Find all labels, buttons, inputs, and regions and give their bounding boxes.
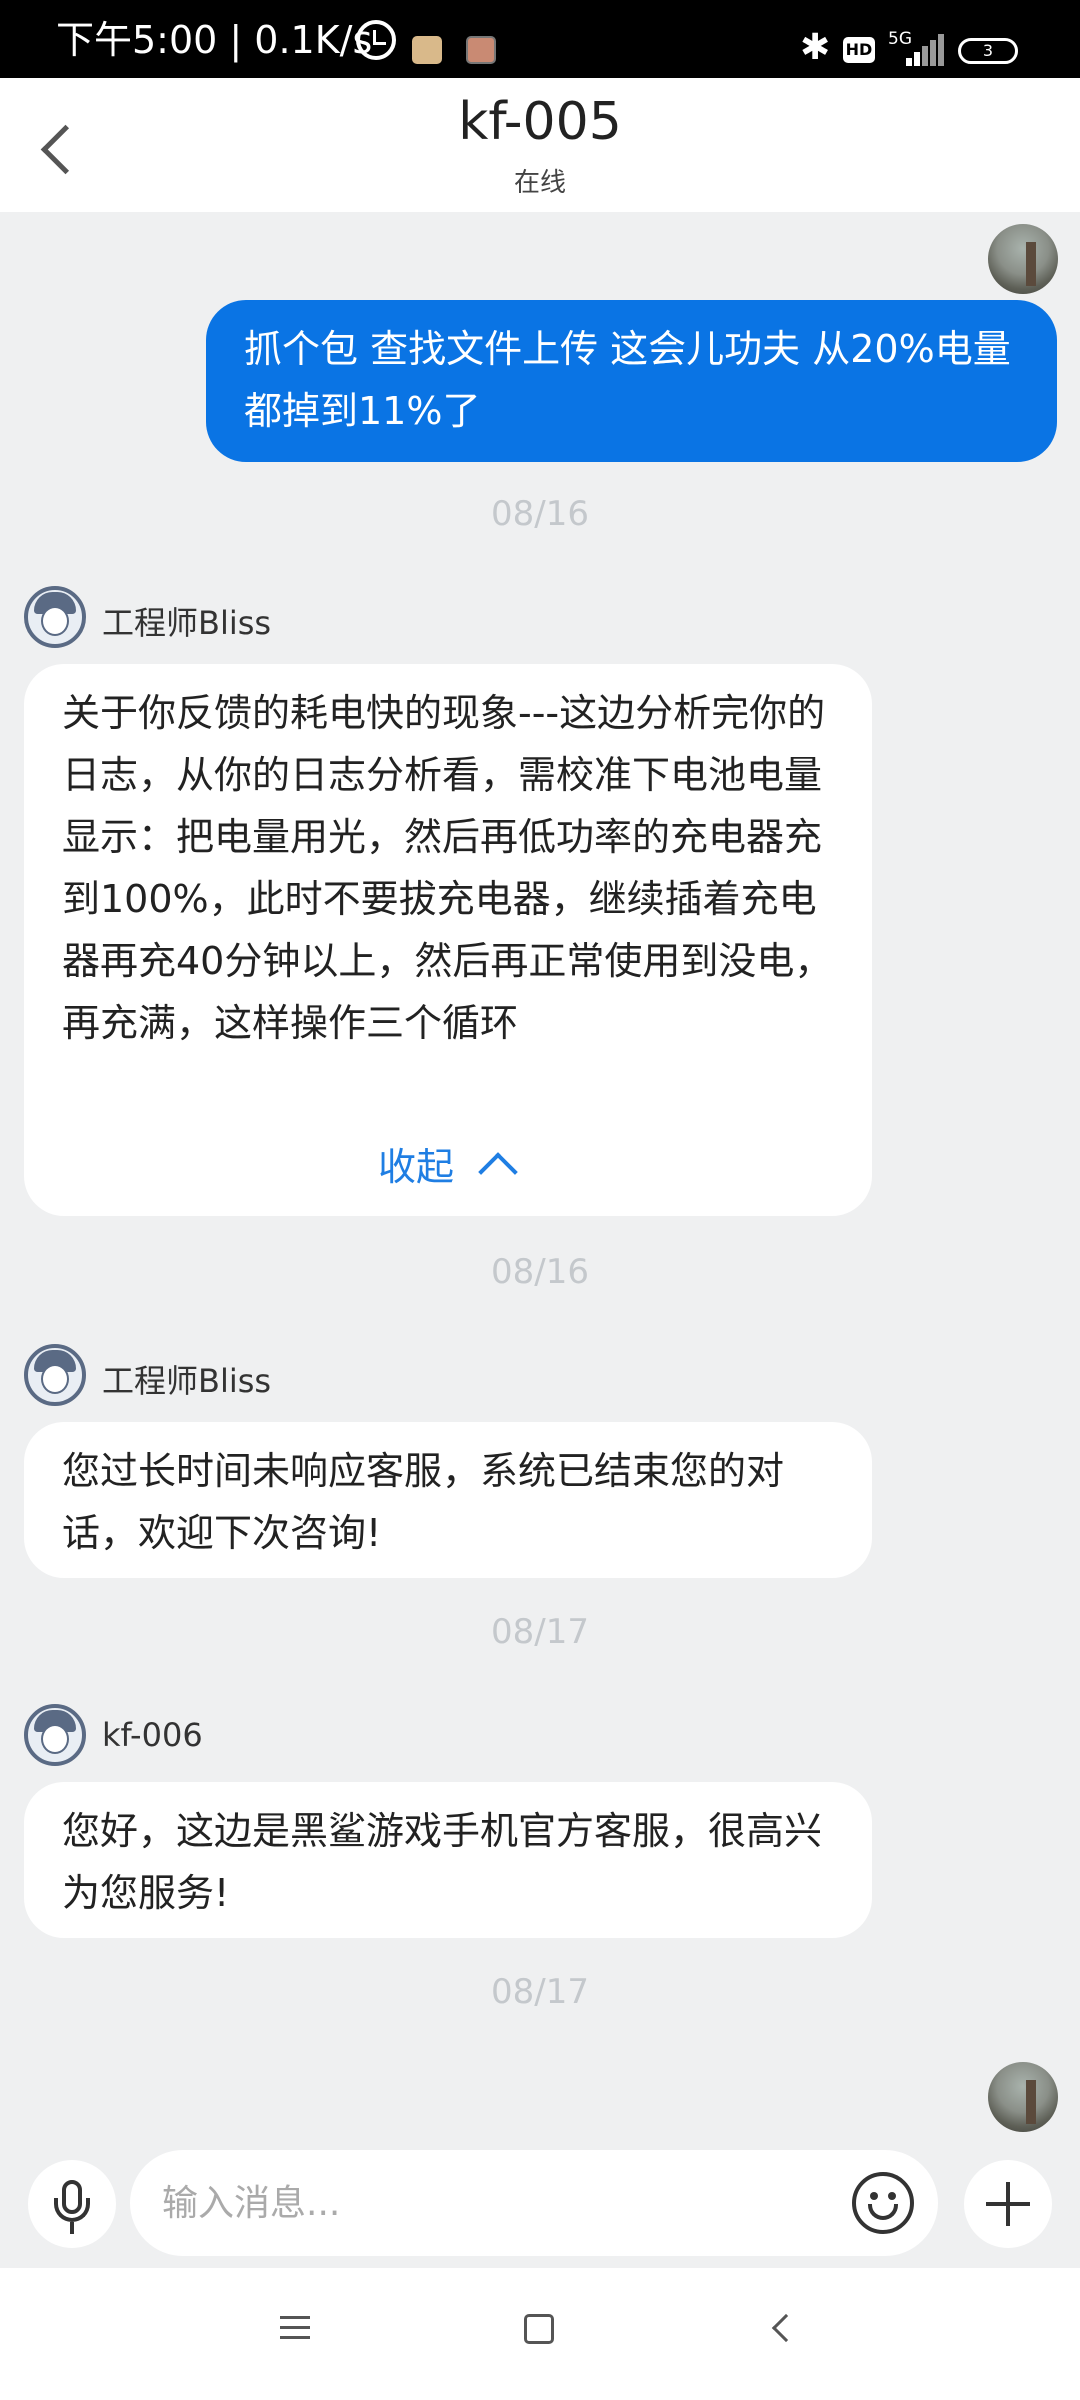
battery-icon: 3 (958, 38, 1018, 64)
chat-title: kf-005 (458, 92, 622, 152)
date-separator: 08/17 (491, 1612, 589, 1652)
date-separator: 08/16 (491, 1252, 589, 1292)
status-time: 下午5:00 | 0.1K/s (56, 18, 373, 62)
alarm-icon (356, 20, 396, 60)
online-status: 在线 (513, 168, 566, 198)
message-input[interactable] (130, 2150, 938, 2256)
menu-icon[interactable] (280, 2316, 314, 2344)
date-separator: 08/16 (491, 494, 589, 534)
system-navigation-bar (0, 2268, 1080, 2400)
hd-badge: HD (843, 37, 875, 63)
incoming-message-bubble: 您过长时间未响应客服，系统已结束您的对话，欢迎下次咨询! (24, 1422, 872, 1578)
emoji-icon[interactable] (852, 2172, 914, 2234)
agent-avatar[interactable] (24, 1344, 86, 1406)
incoming-message-bubble: 您好，这边是黑鲨游戏手机官方客服，很高兴为您服务! (24, 1782, 872, 1938)
status-bar: 下午5:00 | 0.1K/s ✱ HD 5G 3 (0, 0, 1080, 78)
agent-avatar[interactable] (24, 1704, 86, 1766)
incoming-message-bubble: 关于你反馈的耗电快的现象---这边分析完你的日志，从你的日志分析看，需校准下电池… (24, 664, 872, 1216)
add-attachment-button[interactable] (964, 2160, 1052, 2248)
message-text: 您过长时间未响应客服，系统已结束您的对话，欢迎下次咨询! (62, 1449, 785, 1555)
sender-name: 工程师Bliss (102, 604, 272, 642)
user-avatar[interactable] (988, 2062, 1058, 2132)
signal-icon (906, 34, 946, 66)
message-text: 您好，这边是黑鲨游戏手机官方客服，很高兴为您服务! (62, 1809, 823, 1915)
notification-app-icon (466, 36, 496, 64)
message-text: 关于你反馈的耗电快的现象---这边分析完你的日志，从你的日志分析看，需校准下电池… (62, 691, 833, 1045)
home-icon[interactable] (524, 2314, 554, 2344)
date-separator: 08/17 (491, 1972, 589, 2012)
bluetooth-icon: ✱ (800, 27, 831, 68)
collapse-link[interactable]: 收起 (378, 1142, 454, 1192)
back-icon[interactable] (771, 2313, 801, 2343)
agent-avatar[interactable] (24, 586, 86, 648)
voice-input-button[interactable] (28, 2160, 116, 2248)
sender-name: 工程师Bliss (102, 1362, 272, 1400)
notification-app-icon (412, 36, 442, 64)
user-avatar[interactable] (988, 224, 1058, 294)
chat-header: kf-005 在线 (0, 78, 1080, 212)
outgoing-message-bubble: 抓个包 查找文件上传 这会儿功夫 从20%电量都掉到11%了 (206, 300, 1057, 462)
sender-name: kf-006 (102, 1716, 203, 1754)
